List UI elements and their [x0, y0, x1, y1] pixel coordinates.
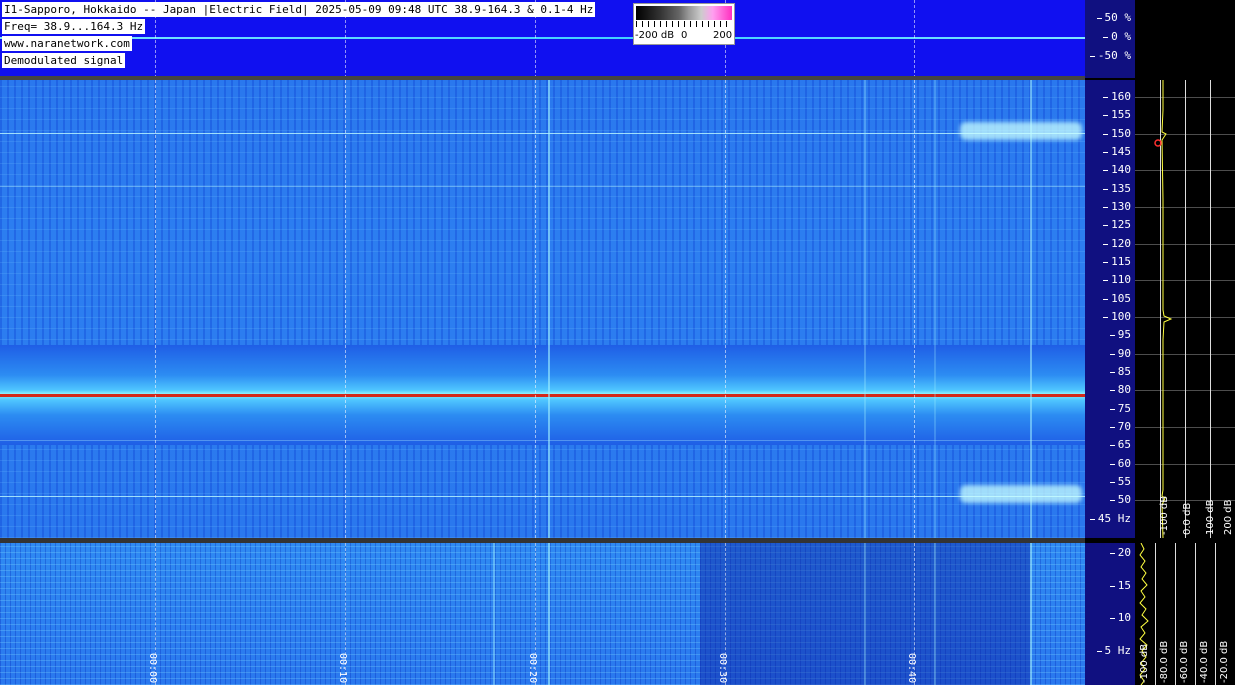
frequency-axis-main: 160 155 150 145 140 135 130 125 120 115 110 105 100 9… — [1085, 80, 1135, 538]
axis-tick: 20 — [1109, 546, 1131, 559]
axis-tick: 145 — [1103, 144, 1131, 158]
spectrum-label: -100 dB — [1139, 643, 1150, 683]
signal-blob — [960, 485, 1082, 503]
axis-tick: 100 — [1103, 309, 1131, 323]
interference-streak — [864, 80, 866, 538]
axis-tick: 95 — [1109, 328, 1131, 342]
axis-tick: 130 — [1103, 199, 1131, 213]
axis-tick: 115 — [1103, 254, 1131, 268]
spectrum-label: -100 dB — [1159, 495, 1170, 535]
color-scale: -200 dB 0 200 — [633, 3, 735, 45]
axis-tick: 120 — [1103, 236, 1131, 250]
time-label: 00:10 — [337, 653, 348, 684]
info-box: I1-Sapporo, Hokkaido -- Japan |Electric … — [2, 2, 596, 70]
axis-tick: 75 — [1109, 401, 1131, 415]
frequency-axis-low: 20 15 10 5 Hz — [1085, 543, 1135, 685]
time-gridline — [535, 80, 536, 538]
axis-tick: 0 % — [1103, 30, 1131, 43]
scale-min-label: -200 dB — [635, 30, 675, 41]
interference-streak — [864, 543, 866, 685]
axis-tick: 5 Hz — [1096, 644, 1131, 657]
scale-max-label: 200 — [713, 30, 733, 41]
spectral-line — [0, 440, 1085, 441]
axis-tick: 50 % — [1096, 11, 1131, 24]
website-label[interactable]: www.naranetwork.com — [2, 36, 132, 51]
axis-tick: 110 — [1103, 273, 1131, 287]
axis-tick: 90 — [1109, 346, 1131, 360]
axis-tick: -50 % — [1089, 49, 1131, 62]
spectrum-label: -40.0 dB — [1199, 640, 1210, 683]
interference-streak — [548, 80, 550, 538]
interference-streak — [1030, 543, 1032, 685]
axis-tick: 135 — [1103, 181, 1131, 195]
interference-streak — [1030, 80, 1032, 538]
axis-tick: 15 — [1109, 579, 1131, 592]
axis-tick: 60 — [1109, 456, 1131, 470]
axis-tick: 85 — [1109, 364, 1131, 378]
axis-tick: 155 — [1103, 108, 1131, 122]
spectral-line — [0, 133, 1085, 134]
interference-streak — [934, 80, 936, 538]
color-scale-gradient — [636, 6, 732, 20]
low-spectrogram[interactable]: 00:00 00:10 00:20 00:30 00:40 — [0, 543, 1085, 685]
interference-streak — [934, 543, 936, 685]
main-spectrum-plot: -100 dB 0.0 dB 100 dB 200 dB — [1135, 80, 1235, 538]
time-label: 00:40 — [906, 653, 917, 684]
spectral-line — [0, 496, 1085, 497]
time-gridline — [345, 80, 346, 538]
time-label: 00:00 — [147, 653, 158, 684]
spectrum-label: -60.0 dB — [1179, 640, 1190, 683]
axis-tick: 10 — [1109, 611, 1131, 624]
time-gridline — [725, 80, 726, 538]
time-label: 00:20 — [527, 653, 538, 684]
interference-streak — [493, 543, 495, 685]
axis-tick: 80 — [1109, 383, 1131, 397]
axis-tick: 160 — [1103, 90, 1131, 103]
signal-blob — [960, 122, 1082, 140]
axis-tick: 50 — [1109, 493, 1131, 507]
spectrum-label: 100 dB — [1205, 499, 1216, 535]
scale-mid-label: 0 — [681, 30, 688, 41]
spectrum-label: 0.0 dB — [1182, 502, 1193, 535]
signal-type-label: Demodulated signal — [2, 53, 126, 68]
carrier-100hz-line — [0, 394, 1085, 397]
axis-tick: 150 — [1103, 126, 1131, 140]
axis-tick: 105 — [1103, 291, 1131, 305]
interference-streak — [548, 543, 550, 685]
top-axis: 50 % 0 % -50 % — [1085, 0, 1135, 78]
axis-tick: 140 — [1103, 163, 1131, 177]
axis-tick: 45 Hz — [1089, 511, 1131, 525]
spectrum-label: 200 dB — [1223, 499, 1234, 535]
main-spectrum-trace — [1154, 80, 1173, 538]
spectrum-label: -80.0 dB — [1159, 640, 1170, 683]
low-spectrum-plot: -100 dB -80.0 dB -60.0 dB -40.0 dB -20.0… — [1135, 543, 1235, 685]
time-label: 00:30 — [717, 653, 728, 684]
time-gridline — [914, 0, 915, 78]
axis-tick: 55 — [1109, 474, 1131, 488]
color-scale-ticks — [636, 21, 732, 27]
axis-tick: 125 — [1103, 218, 1131, 232]
axis-tick: 70 — [1109, 419, 1131, 433]
spectrum-label: -20.0 dB — [1219, 640, 1230, 683]
axis-tick: 65 — [1109, 438, 1131, 452]
main-spectrogram[interactable] — [0, 80, 1085, 538]
spectral-line — [0, 186, 1085, 187]
time-gridline — [155, 80, 156, 538]
time-gridline — [914, 80, 915, 538]
frequency-range: Freq= 38.9...164.3 Hz — [2, 19, 146, 34]
station-title: I1-Sapporo, Hokkaido -- Japan |Electric … — [2, 2, 596, 17]
